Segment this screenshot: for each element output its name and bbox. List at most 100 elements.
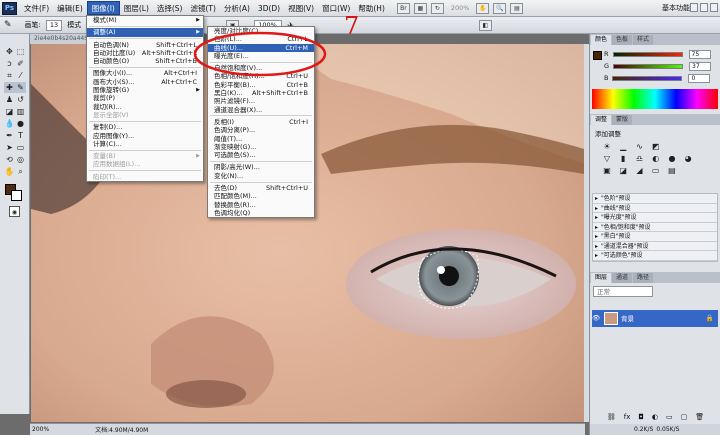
red-value-input[interactable]: 75 [688, 49, 711, 59]
adjust-menu-item[interactable]: 替换颜色(R)... [208, 201, 314, 209]
marquee-tool-icon[interactable]: ⬚ [15, 46, 26, 57]
fx-icon[interactable]: fx [624, 413, 631, 423]
selective-color-icon[interactable]: ▤ [667, 166, 677, 176]
blur-tool-icon[interactable]: 💧 [4, 118, 15, 129]
gradient-map-icon[interactable]: ▭ [651, 166, 661, 176]
restore-icon[interactable] [700, 3, 708, 12]
gradient-icon[interactable]: ▥ [15, 106, 26, 117]
image-menu-item[interactable]: 自动颜色(O) Shift+Ctrl+B [87, 57, 203, 65]
tab-channels[interactable]: 通道 [612, 272, 633, 283]
brush-tool-icon[interactable]: ✎ [15, 82, 26, 93]
photo-filter-icon[interactable]: ● [667, 154, 677, 164]
image-menu-item[interactable]: 应用图像(Y)... [87, 132, 203, 140]
image-menu-item[interactable]: 自动色调(N) Shift+Ctrl+L [87, 41, 203, 49]
minimize-icon[interactable] [690, 3, 698, 12]
curves-icon[interactable]: ∿ [634, 142, 644, 152]
brush-tool-icon[interactable]: ✎ [4, 20, 12, 30]
zoom-tool-icon[interactable]: ⌕ [15, 166, 26, 177]
adjust-menu-item[interactable]: 照片滤镜(F)... [208, 97, 314, 105]
link-layers-icon[interactable]: ⛓ [607, 413, 616, 423]
crop-tool-icon[interactable]: ⌗ [4, 70, 15, 81]
preset-item[interactable]: "可选颜色"预设 [593, 251, 717, 261]
tab-masks[interactable]: 蒙版 [612, 115, 633, 125]
arrange-icon[interactable]: ▤ [510, 2, 524, 14]
menu-image[interactable]: 图像(I) [86, 1, 120, 15]
menu-select[interactable]: 选择(S) [153, 1, 187, 15]
preset-item[interactable]: "色相/饱和度"预设 [593, 223, 717, 232]
close-icon[interactable] [710, 3, 718, 12]
adjust-menu-item[interactable]: 色调分离(P)... [208, 126, 314, 134]
image-menu-item[interactable]: 画布大小(S)... Alt+Ctrl+C [87, 78, 203, 86]
adjust-menu-item[interactable]: 阈值(T)... [208, 135, 314, 143]
hue-sat-icon[interactable]: ▮ [618, 154, 628, 164]
blend-mode-select[interactable]: 正常 [593, 285, 653, 297]
invert-icon[interactable]: ▣ [602, 166, 612, 176]
image-menu-item[interactable]: 裁切(R)... [87, 103, 203, 111]
preset-item[interactable]: "曲线"预设 [593, 204, 717, 213]
threshold-icon[interactable]: ◢ [634, 166, 644, 176]
tab-swatches[interactable]: 色板 [612, 35, 633, 45]
channel-mixer-icon[interactable]: ◕ [683, 154, 693, 164]
brightness-icon[interactable]: ☀ [602, 142, 612, 152]
green-value-input[interactable]: 37 [689, 61, 712, 71]
bw-icon[interactable]: ◐ [651, 154, 661, 164]
bridge-icon[interactable]: Br [396, 2, 410, 14]
image-menu-item[interactable]: 自动对比度(U) Alt+Shift+Ctrl+L [87, 49, 203, 57]
history-brush-icon[interactable]: ↺ [15, 94, 26, 105]
image-menu-item[interactable]: 裁剪(P) [87, 94, 203, 102]
layer-row-background[interactable]: 👁 背景 🔒 [592, 309, 718, 327]
tab-color[interactable]: 颜色 [591, 35, 612, 45]
new-layer-icon[interactable]: ▢ [681, 413, 688, 423]
tab-adjustments[interactable]: 调整 [591, 115, 612, 125]
tablet-pressure-icon[interactable]: ◧ [478, 19, 492, 31]
zoom-level-select[interactable]: 200% [448, 4, 473, 12]
levels-icon[interactable]: ▁ [618, 142, 628, 152]
exposure-icon[interactable]: ◩ [651, 142, 661, 152]
image-menu-item[interactable]: 复制(D)... [87, 123, 203, 131]
move-tool-icon[interactable]: ✥ [4, 46, 15, 57]
zoom-icon[interactable]: 🔍 [493, 2, 507, 14]
preset-item[interactable]: "色阶"预设 [593, 194, 717, 204]
image-menu-item[interactable]: 模式(M) ▶ [87, 16, 203, 24]
preset-item[interactable]: "曝光度"预设 [593, 213, 717, 223]
red-slider[interactable] [612, 51, 683, 57]
background-color-swatch[interactable] [11, 190, 22, 201]
quick-select-icon[interactable]: ✐ [15, 58, 26, 69]
grid-icon[interactable]: ▦ [413, 2, 427, 14]
3d-rotate-icon[interactable]: ⟲ [4, 154, 15, 165]
menu-help[interactable]: 帮助(H) [354, 1, 389, 15]
trash-icon[interactable]: 🗑 [695, 413, 704, 423]
image-menu-item[interactable]: 计算(C)... [87, 140, 203, 148]
adjust-menu-item[interactable]: 色彩平衡(B)... Ctrl+B [208, 81, 314, 89]
menu-layer[interactable]: 图层(L) [120, 1, 153, 15]
tab-paths[interactable]: 路径 [633, 272, 654, 283]
new-adjust-icon[interactable]: ◐ [652, 413, 658, 423]
folder-icon[interactable]: ▭ [666, 413, 673, 423]
color-balance-icon[interactable]: ♎ [634, 154, 644, 164]
lasso-tool-icon[interactable]: ↄ [4, 58, 15, 69]
preset-item[interactable]: "黑白"预设 [593, 232, 717, 242]
workspace-switcher[interactable]: 基本功能 [662, 3, 690, 13]
image-menu-item[interactable]: 图像大小(I)... Alt+Ctrl+I [87, 69, 203, 77]
blue-slider[interactable] [612, 75, 683, 81]
hand-tool-icon[interactable]: ✋ [4, 166, 15, 177]
preset-item[interactable]: "通道混合器"预设 [593, 242, 717, 251]
brush-size-picker[interactable]: 13 [45, 19, 63, 31]
layer-name[interactable]: 背景 [621, 313, 634, 323]
3d-orbit-icon[interactable]: ◎ [15, 154, 26, 165]
adjust-menu-item[interactable]: 通道混合器(X)... [208, 106, 314, 114]
adjust-menu-item[interactable]: 色调均化(Q) [208, 209, 314, 217]
menu-file[interactable]: 文件(F) [20, 1, 53, 15]
adjust-menu-item[interactable]: 可选颜色(S)... [208, 151, 314, 159]
adjust-menu-item[interactable]: 变化(N)... [208, 172, 314, 180]
type-tool-icon[interactable]: T [15, 130, 26, 141]
menu-edit[interactable]: 编辑(E) [53, 1, 87, 15]
status-zoom[interactable]: 200% [32, 426, 49, 433]
mask-icon[interactable]: ◘ [638, 413, 644, 423]
posterize-icon[interactable]: ◪ [618, 166, 628, 176]
image-menu-item[interactable]: 调整(A) ▶ [87, 28, 203, 37]
green-slider[interactable] [613, 63, 684, 69]
tab-styles[interactable]: 样式 [633, 35, 654, 45]
eraser-icon[interactable]: ◪ [4, 106, 15, 117]
rotate-icon[interactable]: ↻ [430, 2, 444, 14]
